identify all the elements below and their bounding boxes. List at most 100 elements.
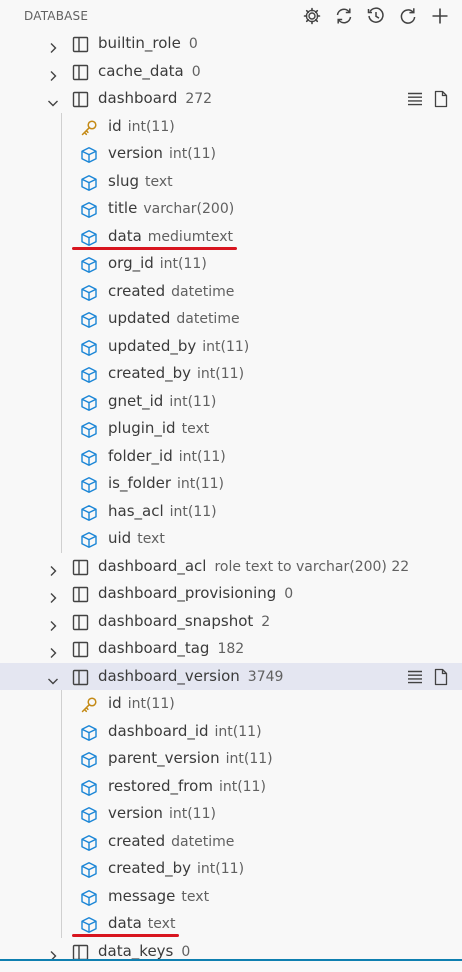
column-label: parent_version (108, 749, 220, 767)
column-type: int(11) (177, 476, 225, 492)
column-type: int(11) (225, 751, 273, 767)
chevron-right-icon[interactable] (46, 615, 60, 631)
column-row[interactable]: created_by int(11) (0, 360, 462, 388)
table-row[interactable]: dashboard_provisioning 0 (0, 580, 462, 608)
column-row[interactable]: updated_by int(11) (0, 333, 462, 361)
table-label: cache_data (98, 61, 184, 80)
column-row[interactable]: id int(11) (0, 690, 462, 718)
chevron-down-icon[interactable] (46, 670, 60, 684)
column-type: text (181, 421, 210, 437)
column-row[interactable]: updated datetime (0, 305, 462, 333)
column-row[interactable]: created datetime (0, 828, 462, 856)
history-icon[interactable] (364, 4, 388, 28)
column-label: id (108, 116, 122, 135)
table-row-count: 0 (191, 63, 201, 80)
table-label: data_keys (98, 941, 174, 960)
column-name: is_folder int(11) (108, 470, 224, 499)
column-icon (80, 504, 98, 522)
column-name: updated datetime (108, 305, 240, 334)
chevron-right-icon[interactable] (46, 642, 60, 658)
table-row[interactable]: dashboard_acl role text to varchar(200) 2… (0, 553, 462, 581)
chevron-right-icon[interactable] (46, 560, 60, 576)
column-label: data (108, 226, 142, 245)
column-type: datetime (171, 283, 235, 300)
column-type: int(11) (168, 146, 216, 162)
column-row[interactable]: is_folder int(11) (0, 470, 462, 498)
table-row[interactable]: builtin_role 0 (0, 30, 462, 58)
column-row[interactable]: dashboard_id int(11) (0, 718, 462, 746)
column-type: int(11) (159, 256, 207, 272)
column-name: message text (108, 883, 209, 912)
column-icon (80, 394, 98, 412)
table-icon (72, 668, 89, 685)
column-row[interactable]: data mediumtext (0, 223, 462, 251)
column-icon (80, 834, 98, 852)
column-name: created datetime (108, 828, 234, 857)
chevron-right-icon[interactable] (46, 37, 60, 53)
column-row[interactable]: parent_version int(11) (0, 745, 462, 773)
table-row[interactable]: dashboard_tag 182 (0, 635, 462, 663)
column-label: gnet_id (108, 391, 164, 410)
add-icon[interactable] (428, 4, 452, 28)
column-label: updated_by (108, 336, 197, 355)
column-label: created (108, 281, 166, 300)
column-row[interactable]: version int(11) (0, 140, 462, 168)
table-label: dashboard_snapshot (98, 611, 254, 630)
table-icon (72, 640, 89, 658)
column-type: int(11) (169, 393, 217, 410)
column-name: restored_from int(11) (108, 773, 266, 802)
column-name: dashboard_id int(11) (108, 718, 262, 747)
table-row[interactable]: dashboard 272 (0, 85, 462, 113)
column-row[interactable]: gnet_id int(11) (0, 388, 462, 416)
column-row[interactable]: version int(11) (0, 800, 462, 828)
column-row[interactable]: created_by int(11) (0, 855, 462, 883)
table-row-count: 3749 (247, 668, 284, 685)
column-label: slug (108, 171, 140, 190)
highlight-underline (72, 246, 237, 250)
header-actions (300, 4, 452, 28)
key-icon (80, 696, 98, 714)
column-icon (80, 284, 98, 302)
column-row[interactable]: title varchar(200) (0, 195, 462, 223)
table-label: builtin_role (98, 34, 181, 52)
chevron-right-icon[interactable] (46, 945, 60, 961)
column-label: uid (108, 529, 132, 547)
column-row[interactable]: slug text (0, 168, 462, 196)
column-icon (80, 531, 98, 549)
chevron-right-icon[interactable] (46, 65, 60, 81)
table-row[interactable]: dashboard_version 3749 (0, 662, 462, 692)
column-icon (80, 779, 98, 797)
column-label: created_by (108, 859, 192, 877)
table-name: dashboard_acl role text to varchar(200) 2… (98, 553, 409, 582)
column-type: datetime (176, 311, 240, 327)
table-row[interactable]: cache_data 0 (0, 58, 462, 86)
settings-icon[interactable] (300, 4, 324, 28)
table-icon (72, 558, 89, 575)
chevron-down-icon[interactable] (46, 92, 60, 107)
column-type: int(11) (127, 118, 175, 135)
column-row[interactable]: restored_from int(11) (0, 773, 462, 801)
column-name: created datetime (108, 278, 234, 307)
column-row[interactable]: has_acl int(11) (0, 498, 462, 526)
indent-guide (61, 690, 62, 938)
column-row[interactable]: message text (0, 883, 462, 911)
column-row[interactable]: plugin_id text (0, 415, 462, 443)
column-label: folder_id (108, 446, 173, 465)
table-row[interactable]: dashboard_snapshot 2 (0, 608, 462, 636)
column-row[interactable]: data text (0, 910, 462, 938)
column-name: id int(11) (108, 113, 175, 142)
column-type: int(11) (169, 503, 217, 520)
reload-icon[interactable] (396, 4, 420, 28)
column-row[interactable]: uid text (0, 525, 462, 553)
chevron-right-icon[interactable] (46, 587, 60, 603)
table-name: dashboard_version 3749 (98, 663, 283, 692)
column-label: version (108, 144, 163, 162)
column-row[interactable]: folder_id int(11) (0, 443, 462, 471)
column-icon (80, 806, 98, 824)
table-icon (72, 35, 89, 53)
column-row[interactable]: id int(11) (0, 113, 462, 141)
column-row[interactable]: org_id int(11) (0, 250, 462, 278)
column-row[interactable]: created datetime (0, 278, 462, 306)
column-type: varchar(200) (143, 201, 235, 217)
refresh-icon[interactable] (332, 4, 356, 28)
